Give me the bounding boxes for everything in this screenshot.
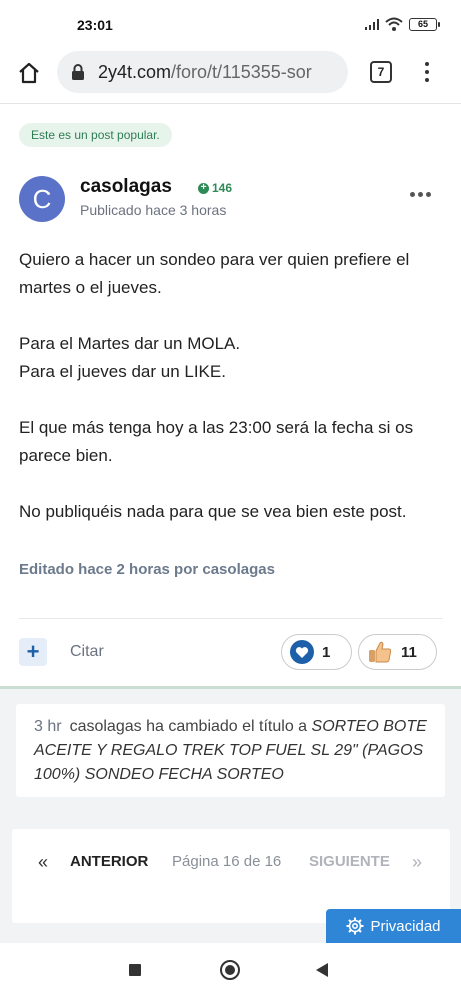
battery-level: 65 [417,19,428,29]
avatar[interactable]: C [19,176,65,222]
status-time: 23:01 [77,17,113,33]
post-paragraph: Para el Martes dar un MOLA. [19,334,241,353]
system-nav-bar [0,943,461,998]
double-chevron-right-icon[interactable]: » [412,852,422,873]
privacy-button[interactable]: Privacidad [326,909,461,943]
tab-switcher-button[interactable]: 7 [370,61,392,83]
title-change-event: 3 hr casolagas ha cambiado el título a SO… [16,704,445,797]
post-paragraph: Para el jueves dar un LIKE. [19,362,226,381]
status-bar: 23:01 65 [0,0,461,48]
post-paragraph: No publiquéis nada para que se vea bien … [19,502,407,521]
quote-button[interactable]: Citar [70,643,104,661]
recents-icon[interactable] [129,964,141,976]
back-icon[interactable] [316,963,328,977]
address-bar[interactable]: 2y4t.com/foro/t/115355-sor [57,51,348,93]
browser-toolbar: 2y4t.com/foro/t/115355-sor 7 [0,48,461,104]
previous-page-button[interactable]: ANTERIOR [70,853,148,870]
thumbs-up-icon [369,641,392,663]
avatar-letter: C [32,183,52,214]
plus-circle-icon: + [198,182,209,194]
gear-icon [346,917,364,935]
post-paragraph: El que más tenga hoy a las 23:00 será la… [19,418,414,465]
love-reaction-button[interactable]: 1 [281,634,352,670]
next-page-button[interactable]: SIGUIENTE [309,853,390,870]
divider [19,618,443,619]
reputation-count: 146 [212,181,233,195]
tab-count: 7 [377,65,385,79]
author-name[interactable]: casolagas [80,176,172,198]
signal-icon [365,18,379,30]
lock-icon [72,64,84,80]
privacy-label: Privacidad [370,917,441,935]
more-horiz-icon[interactable] [410,192,431,197]
url-path: /foro/t/115355-sor [171,61,312,82]
reputation: + 146 [198,181,232,195]
more-vert-icon[interactable] [420,60,434,84]
home-nav-icon[interactable] [220,960,240,980]
like-count: 11 [401,643,417,661]
battery-icon: 65 [409,17,440,31]
heart-icon [290,640,314,664]
url-text: 2y4t.com/foro/t/115355-sor [98,62,312,83]
page-info: Página 16 de 16 [172,853,282,870]
wifi-icon [385,17,403,31]
like-reaction-button[interactable]: 11 [358,634,437,670]
edited-note[interactable]: Editado hace 2 horas por casolagas [19,561,275,578]
love-count: 1 [322,643,331,661]
post-paragraph: Quiero a hacer un sondeo para ver quien … [19,250,410,297]
published-time: Publicado hace 3 horas [80,202,227,218]
post-body: Quiero a hacer un sondeo para ver quien … [19,246,439,526]
double-chevron-left-icon[interactable]: « [38,852,48,873]
home-icon[interactable] [17,61,41,85]
event-time: 3 hr [34,718,62,735]
plus-icon[interactable]: + [19,638,47,666]
status-icons: 65 [365,17,440,31]
url-domain: 2y4t.com [98,61,172,82]
popular-badge: Este es un post popular. [19,123,172,147]
event-text: casolagas ha cambiado el título a [69,718,308,735]
